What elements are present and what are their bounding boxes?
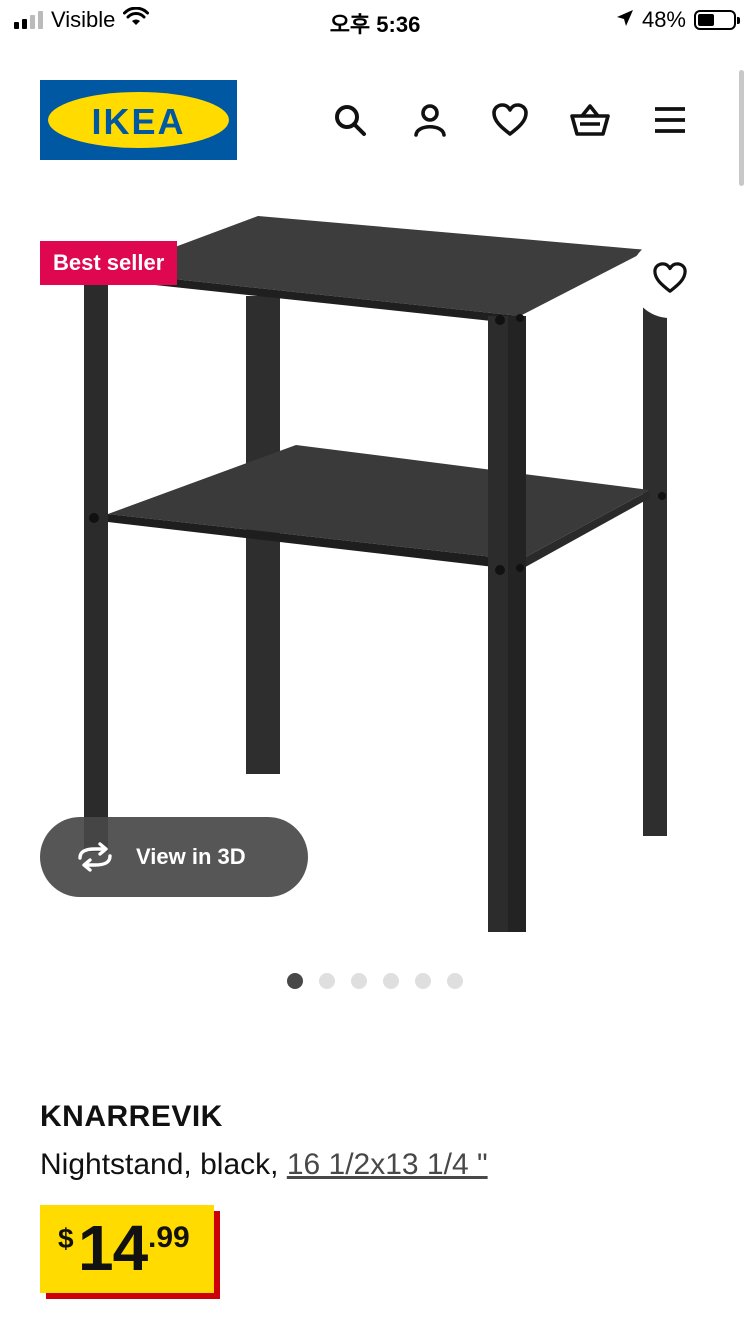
best-seller-badge: Best seller bbox=[40, 241, 178, 285]
logo-text: IKEA bbox=[91, 101, 186, 142]
carousel-dot[interactable] bbox=[447, 973, 463, 989]
add-to-favourites-button[interactable] bbox=[630, 238, 710, 318]
view-in-3d-label: View in 3D bbox=[136, 844, 246, 869]
view-in-3d-button[interactable]: View in 3D bbox=[40, 817, 308, 897]
carousel-dot[interactable] bbox=[415, 973, 431, 989]
carousel-dot[interactable] bbox=[319, 973, 335, 989]
heart-icon bbox=[653, 262, 687, 293]
rotate-3d-icon bbox=[78, 842, 112, 872]
product-description: Nightstand, black, 16 1/2x13 1/4 " bbox=[40, 1148, 488, 1182]
battery-percent: 48% bbox=[641, 7, 686, 32]
price-integer: 14 bbox=[78, 1212, 148, 1284]
status-right-group: 48% bbox=[616, 7, 740, 33]
location-arrow-icon bbox=[616, 7, 634, 33]
price-tag: $ 14 .99 bbox=[40, 1205, 214, 1293]
menu-icon[interactable] bbox=[648, 98, 692, 142]
product-size-link[interactable]: 16 1/2x13 1/4 " bbox=[287, 1148, 488, 1181]
status-bar: Visible 오후 5:36 48% bbox=[0, 0, 750, 44]
ikea-logo[interactable]: IKEA bbox=[40, 80, 237, 160]
page-scrollbar[interactable] bbox=[739, 70, 744, 186]
carousel-dot[interactable] bbox=[351, 973, 367, 989]
product-name: KNARREVIK bbox=[40, 1100, 223, 1133]
account-icon[interactable] bbox=[408, 98, 452, 142]
basket-icon[interactable] bbox=[568, 98, 612, 142]
price-decimal: .99 bbox=[148, 1221, 190, 1254]
carousel-dot[interactable] bbox=[287, 973, 303, 989]
search-icon[interactable] bbox=[328, 98, 372, 142]
carousel-dot[interactable] bbox=[383, 973, 399, 989]
product-type: Nightstand, black, bbox=[40, 1148, 279, 1181]
image-carousel-dots bbox=[0, 973, 750, 989]
battery-icon bbox=[694, 10, 740, 30]
price-currency: $ bbox=[58, 1223, 74, 1254]
heart-icon[interactable] bbox=[488, 98, 532, 142]
